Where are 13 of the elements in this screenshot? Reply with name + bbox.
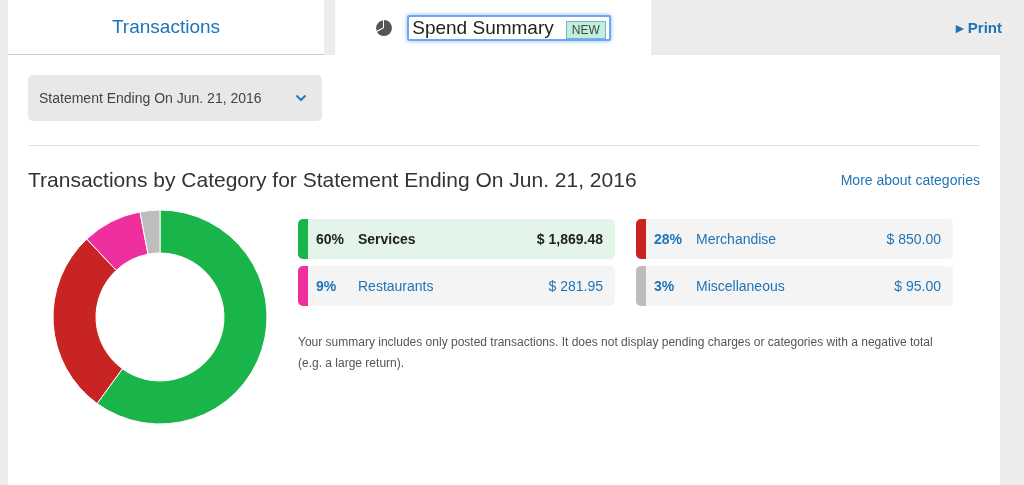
section-heading: Transactions by Category for Statement Ending On Jun. 21, 2016 <box>28 168 637 192</box>
tab[interactable]: Spend Summary NEW <box>335 0 651 55</box>
category-row[interactable]: 9% Restaurants $ 281.95 <box>298 266 615 306</box>
print-link[interactable]: ▸ Print <box>955 18 1002 37</box>
category-row[interactable]: 28% Merchandise $ 850.00 <box>636 219 953 259</box>
new-badge: NEW <box>565 20 606 39</box>
tab[interactable]: Transactions <box>8 0 324 55</box>
more-categories-link[interactable]: More about categories <box>840 172 980 188</box>
chevron-down-icon <box>295 94 307 102</box>
summary-note: Your summary includes only posted transactions. It does not display pending charges or categories with a negative total (e.g. a large return). <box>298 334 934 372</box>
category-row[interactable]: 3% Miscellaneous $ 95.00 <box>636 266 953 306</box>
statement-dropdown[interactable]: Statement Ending On Jun. 21, 2016 <box>28 75 322 121</box>
category-row[interactable]: 60% Services $ 1,869.48 <box>298 219 615 259</box>
